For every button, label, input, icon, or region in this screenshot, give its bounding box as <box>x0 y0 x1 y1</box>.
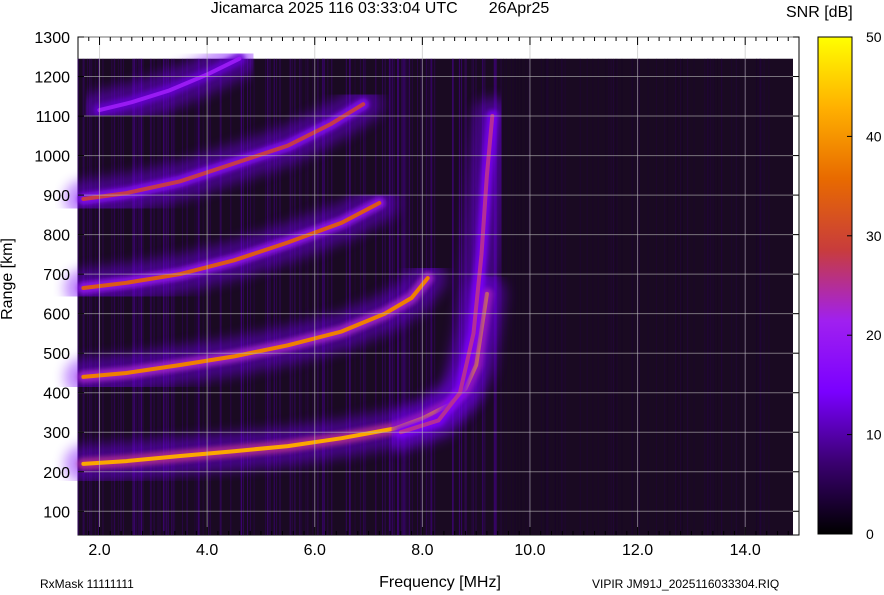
y-tick-label: 200 <box>43 465 70 482</box>
colorbar <box>817 36 853 535</box>
x-tick-label: 2.0 <box>88 542 110 559</box>
colorbar-tick-label: 20 <box>866 327 882 343</box>
y-tick-label: 300 <box>43 425 70 442</box>
plot-content <box>64 39 793 535</box>
colorbar-tick-label: 30 <box>866 228 882 244</box>
y-tick-label: 600 <box>43 307 70 324</box>
colorbar-tick-label: 40 <box>866 128 882 144</box>
y-tick-label: 800 <box>43 228 70 245</box>
y-tick-label: 400 <box>43 386 70 403</box>
y-tick-label: 500 <box>43 346 70 363</box>
colorbar-tick-label: 10 <box>866 427 882 443</box>
x-tick-label: 14.0 <box>730 542 761 559</box>
y-tick-label: 900 <box>43 188 70 205</box>
x-tick-label: 6.0 <box>304 542 326 559</box>
y-tick-label: 1100 <box>36 109 71 126</box>
y-tick-label: 700 <box>43 267 70 284</box>
colorbar-tick-label: 50 <box>866 29 882 45</box>
x-tick-label: 10.0 <box>514 542 545 559</box>
y-tick-label: 100 <box>43 504 70 521</box>
x-tick-label: 12.0 <box>622 542 653 559</box>
y-tick-label: 1000 <box>34 149 70 166</box>
colorbar-tick-label: 0 <box>866 526 874 542</box>
x-tick-label: 8.0 <box>411 542 433 559</box>
x-tick-label: 4.0 <box>196 542 218 559</box>
y-tick-label: 1300 <box>34 30 70 47</box>
ionogram-chart: 2.0 4.0 6.0 8.0 10.0 12.0 14.0 100200300400500… <box>34 29 882 559</box>
y-tick-label: 1200 <box>34 70 70 87</box>
